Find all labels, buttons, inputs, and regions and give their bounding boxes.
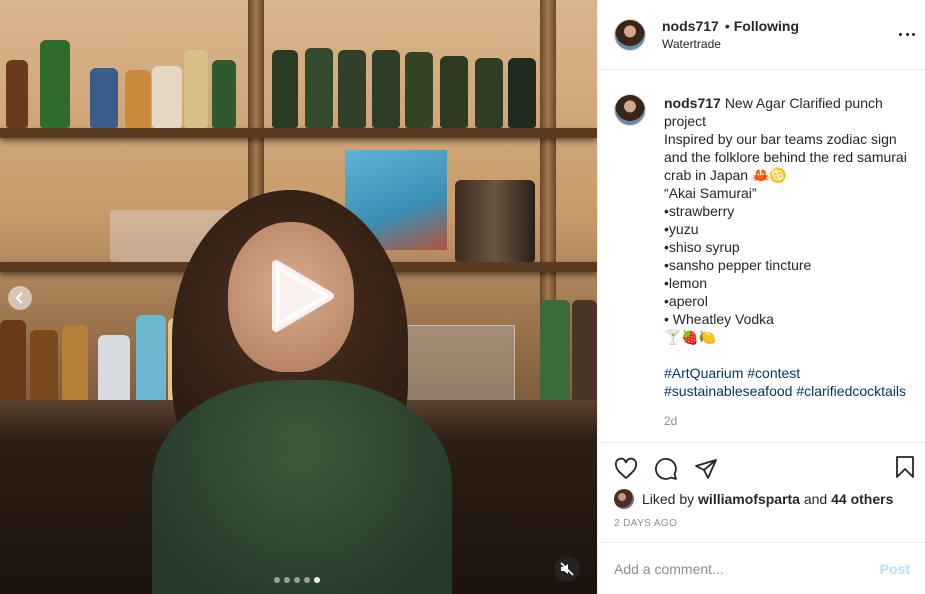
caption-line: •aperol <box>664 293 708 309</box>
play-icon[interactable] <box>264 258 336 334</box>
hashtag-link[interactable]: #ArtQuarium <box>664 365 743 381</box>
comment-input[interactable] <box>614 560 880 577</box>
post-modal: nods717 • Following Watertrade nods717 Ne… <box>0 0 925 594</box>
carousel-indicator <box>274 577 320 583</box>
comment-box: Post <box>598 542 925 594</box>
hashtags: #ArtQuarium #contest #sustainableseafood… <box>664 364 909 400</box>
carousel-dot <box>294 577 300 583</box>
post-location[interactable]: Watertrade <box>662 37 799 51</box>
following-button[interactable]: Following <box>734 18 799 34</box>
author-avatar[interactable] <box>614 18 646 51</box>
caption-line: 🍸🍓🍋 <box>664 329 717 345</box>
caption-author-avatar[interactable] <box>614 94 646 126</box>
likes-conjunction: and <box>803 491 828 507</box>
post-date[interactable]: 2 DAYS AGO <box>614 518 909 529</box>
liker-username[interactable]: williamofsparta <box>698 491 800 507</box>
paper-plane-icon[interactable] <box>694 457 718 481</box>
likes-others-link[interactable]: 44 others <box>831 491 893 507</box>
caption-line: •lemon <box>664 275 708 291</box>
caption-section: nods717 New Agar Clarified punch project … <box>598 70 925 442</box>
comment-bubble-icon[interactable] <box>654 457 678 481</box>
heart-icon[interactable] <box>614 457 638 481</box>
post-details-panel: nods717 • Following Watertrade nods717 Ne… <box>597 0 925 594</box>
caption-line: •shiso syrup <box>664 239 740 255</box>
post-comment-button[interactable]: Post <box>880 561 910 577</box>
carousel-dot-active <box>314 577 320 583</box>
caption-line: • Wheatley Vodka <box>664 311 774 327</box>
carousel-dot <box>274 577 280 583</box>
caption-timestamp[interactable]: 2d <box>664 412 909 430</box>
chevron-left-icon <box>15 292 23 304</box>
hashtag-link[interactable]: #sustainableseafood <box>664 383 792 399</box>
liker-avatar[interactable] <box>614 489 634 509</box>
bookmark-icon[interactable] <box>893 455 917 479</box>
likes-prefix: Liked by <box>642 491 695 507</box>
likes-summary: Liked by williamofsparta and 44 others <box>614 489 909 509</box>
hashtag-link[interactable]: #clarifiedcocktails <box>796 383 906 399</box>
caption-line: •yuzu <box>664 221 699 237</box>
post-media[interactable] <box>0 0 597 594</box>
previous-slide-button[interactable] <box>8 286 32 310</box>
caption-username[interactable]: nods717 <box>664 95 721 111</box>
author-username[interactable]: nods717 <box>662 18 719 34</box>
caption-line: Inspired by our bar teams zodiac sign an… <box>664 131 907 183</box>
caption-line: •strawberry <box>664 203 735 219</box>
caption-line: •sansho pepper tincture <box>664 257 812 273</box>
hashtag-link[interactable]: #contest <box>747 365 800 381</box>
carousel-dot <box>284 577 290 583</box>
post-header: nods717 • Following Watertrade <box>598 0 925 70</box>
muted-speaker-icon <box>560 562 574 576</box>
carousel-dot <box>304 577 310 583</box>
caption-line: “Akai Samurai” <box>664 185 757 201</box>
more-options-icon[interactable] <box>899 26 915 42</box>
header-separator: • <box>724 18 730 34</box>
caption-text: nods717 New Agar Clarified punch project … <box>664 94 909 442</box>
mute-toggle-button[interactable] <box>554 556 580 582</box>
